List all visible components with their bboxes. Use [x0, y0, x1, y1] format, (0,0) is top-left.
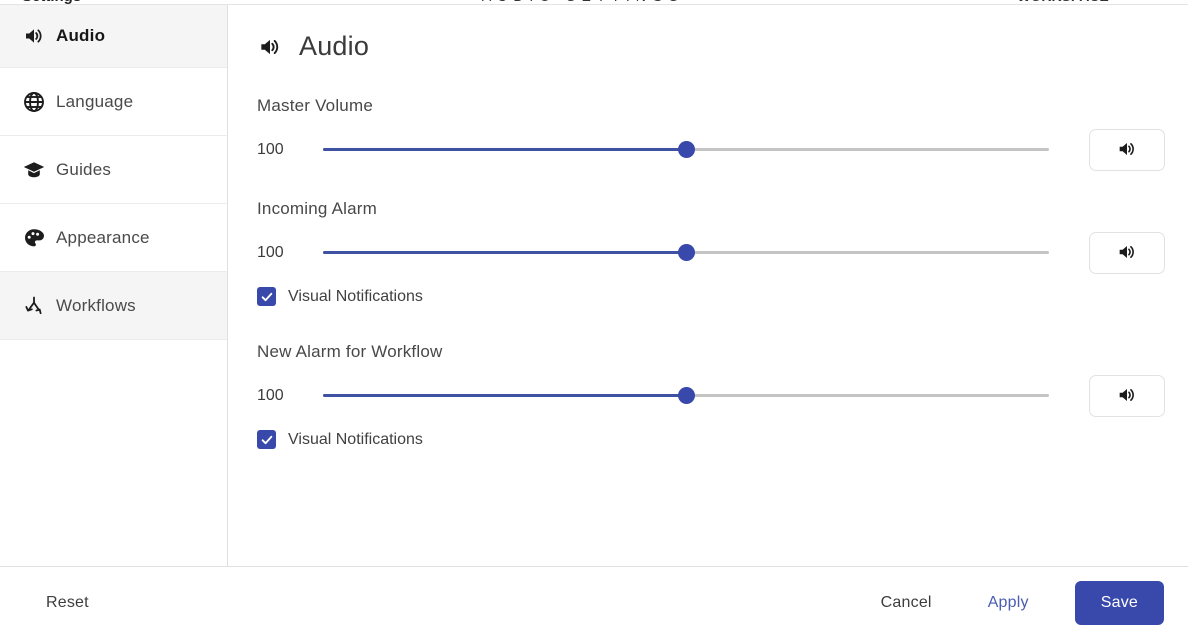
page-title: Audio: [299, 31, 370, 61]
slider-thumb[interactable]: [678, 387, 695, 404]
checkbox-label: Visual Notifications: [288, 430, 423, 448]
visual-notifications-checkbox[interactable]: [257, 287, 276, 306]
sidebar-item-guides[interactable]: Guides: [0, 136, 227, 204]
new-alarm-for-workflow-slider[interactable]: [323, 383, 1049, 409]
sidebar-item-label: Audio: [56, 26, 106, 45]
clipped-section-title: WORKSPACE: [938, 0, 1188, 4]
cancel-button[interactable]: Cancel: [871, 586, 942, 620]
test-master-volume-button[interactable]: [1089, 129, 1165, 171]
slider-row: 100: [257, 129, 1188, 171]
section-label: Master Volume: [257, 96, 373, 115]
setting-section-master-volume: Master Volume 100: [257, 96, 1188, 171]
panel-header: Audio: [229, 5, 1188, 62]
speaker-icon: [22, 24, 56, 48]
audio-settings-panel: Audio Master Volume 100 Incoming Alarm 1…: [229, 5, 1188, 566]
section-label: New Alarm for Workflow: [257, 342, 443, 361]
globe-icon: [22, 90, 56, 114]
slider-value: 100: [257, 141, 284, 158]
setting-section-new-alarm-for-workflow: New Alarm for Workflow 100 Visual Notifi…: [257, 342, 1188, 449]
visual-notifications-checkbox[interactable]: [257, 430, 276, 449]
sidebar-item-label: Appearance: [56, 227, 150, 247]
apply-button[interactable]: Apply: [978, 586, 1039, 620]
incoming-alarm-visual-notifications-row[interactable]: Visual Notifications: [257, 287, 1188, 306]
save-button[interactable]: Save: [1074, 580, 1164, 625]
speaker-icon: [1116, 138, 1138, 163]
speaker-icon: [1116, 384, 1138, 409]
clipped-window-title: Settings: [0, 0, 228, 4]
slider-fill: [323, 251, 686, 254]
slider-row: 100: [257, 375, 1188, 417]
checkbox-label: Visual Notifications: [288, 287, 423, 305]
speaker-icon: [257, 34, 283, 60]
sidebar-item-workflows[interactable]: Workflows: [0, 272, 227, 340]
sidebar-item-label: Workflows: [56, 295, 136, 315]
slider-thumb[interactable]: [678, 244, 695, 261]
sidebar-item-appearance[interactable]: Appearance: [0, 204, 227, 272]
incoming-alarm-slider[interactable]: [323, 240, 1049, 266]
sidebar-item-label: Guides: [56, 159, 112, 179]
palette-icon: [22, 226, 56, 250]
settings-sidebar: Audio Language Guides Appearance Workflo…: [0, 5, 228, 566]
section-label: Incoming Alarm: [257, 199, 377, 218]
action-bar-right: Cancel Apply Save: [871, 580, 1188, 625]
reset-button[interactable]: Reset: [46, 586, 99, 620]
sidebar-item-language[interactable]: Language: [0, 68, 227, 136]
action-bar-left: Reset: [0, 586, 99, 620]
slider-fill: [323, 148, 686, 151]
settings-window: Settings AUDIO SETTINGS WORKSPACE Audio: [0, 0, 1188, 638]
speaker-icon: [1116, 241, 1138, 266]
settings-sections: Master Volume 100 Incoming Alarm 100 Vis…: [229, 96, 1188, 449]
slider-value: 100: [257, 387, 284, 404]
slider-row: 100: [257, 232, 1188, 274]
sidebar-item-label: Language: [56, 91, 134, 111]
dialog-action-bar: Reset Cancel Apply Save: [0, 566, 1188, 638]
slider-value: 100: [257, 244, 284, 261]
sidebar-item-audio[interactable]: Audio: [0, 5, 227, 68]
new-alarm-visual-notifications-row[interactable]: Visual Notifications: [257, 430, 1188, 449]
workflow-icon: [22, 294, 56, 318]
test-new-alarm-for-workflow-button[interactable]: [1089, 375, 1165, 417]
slider-thumb[interactable]: [678, 141, 695, 158]
clipped-tab-row: AUDIO SETTINGS: [228, 0, 938, 4]
setting-section-incoming-alarm: Incoming Alarm 100 Visual Notifications: [257, 199, 1188, 306]
graduation-cap-icon: [22, 158, 56, 182]
test-incoming-alarm-button[interactable]: [1089, 232, 1165, 274]
master-volume-slider[interactable]: [323, 137, 1049, 163]
slider-fill: [323, 394, 686, 397]
